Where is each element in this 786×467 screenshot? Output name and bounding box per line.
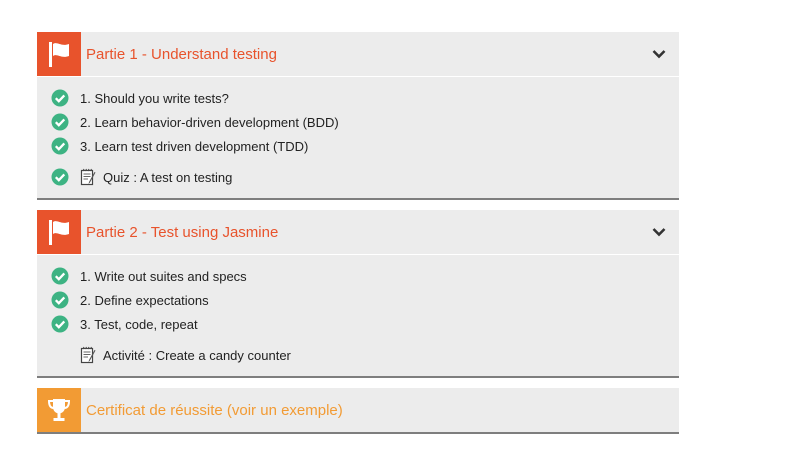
- part-2: Partie 2 - Test using Jasmine 1. Write o…: [37, 210, 679, 378]
- check-circle-icon: [51, 113, 69, 131]
- part-2-header[interactable]: Partie 2 - Test using Jasmine: [37, 210, 679, 254]
- part-2-title[interactable]: Partie 2 - Test using Jasmine: [86, 224, 639, 241]
- chapter-item[interactable]: 3. Learn test driven development (TDD): [51, 134, 679, 158]
- activity-item[interactable]: Activité : Create a candy counter: [51, 343, 679, 367]
- flag-icon: [37, 210, 81, 254]
- check-circle-icon: [51, 267, 69, 285]
- chapter-item[interactable]: 2. Learn behavior-driven development (BD…: [51, 110, 679, 134]
- check-circle-icon: [51, 168, 69, 186]
- certificate-link[interactable]: Certificat de réussite (voir un exemple): [86, 402, 679, 419]
- part-1-header[interactable]: Partie 1 - Understand testing: [37, 32, 679, 76]
- activity-label: Activité : Create a candy counter: [103, 347, 291, 363]
- notepad-icon: [80, 346, 96, 364]
- chapter-item[interactable]: 1. Should you write tests?: [51, 86, 679, 110]
- chapter-label: 3. Learn test driven development (TDD): [80, 138, 309, 154]
- chapter-item[interactable]: 1. Write out suites and specs: [51, 264, 679, 288]
- part-2-chapters: 1. Write out suites and specs 2. Define …: [37, 254, 679, 376]
- chapter-label: 2. Define expectations: [80, 292, 209, 308]
- part-1-title[interactable]: Partie 1 - Understand testing: [86, 46, 639, 63]
- course-outline: Partie 1 - Understand testing 1. Should …: [37, 32, 679, 434]
- check-circle-icon: [51, 315, 69, 333]
- notepad-icon: [80, 168, 96, 186]
- check-circle-icon: [51, 89, 69, 107]
- chapter-label: 1. Should you write tests?: [80, 90, 229, 106]
- quiz-item[interactable]: Quiz : A test on testing: [51, 165, 679, 189]
- certificate-header[interactable]: Certificat de réussite (voir un exemple): [37, 388, 679, 432]
- chevron-down-icon[interactable]: [639, 210, 679, 254]
- chapter-label: 2. Learn behavior-driven development (BD…: [80, 114, 339, 130]
- check-circle-icon: [51, 291, 69, 309]
- quiz-label: Quiz : A test on testing: [103, 169, 233, 185]
- chapter-item[interactable]: 2. Define expectations: [51, 288, 679, 312]
- certificate: Certificat de réussite (voir un exemple): [37, 388, 679, 434]
- flag-icon: [37, 32, 81, 76]
- chapter-item[interactable]: 3. Test, code, repeat: [51, 312, 679, 336]
- trophy-icon: [37, 388, 81, 432]
- part-1-chapters: 1. Should you write tests? 2. Learn beha…: [37, 76, 679, 198]
- chapter-label: 1. Write out suites and specs: [80, 268, 247, 284]
- part-1: Partie 1 - Understand testing 1. Should …: [37, 32, 679, 200]
- check-circle-icon: [51, 137, 69, 155]
- chevron-down-icon[interactable]: [639, 32, 679, 76]
- chapter-label: 3. Test, code, repeat: [80, 316, 198, 332]
